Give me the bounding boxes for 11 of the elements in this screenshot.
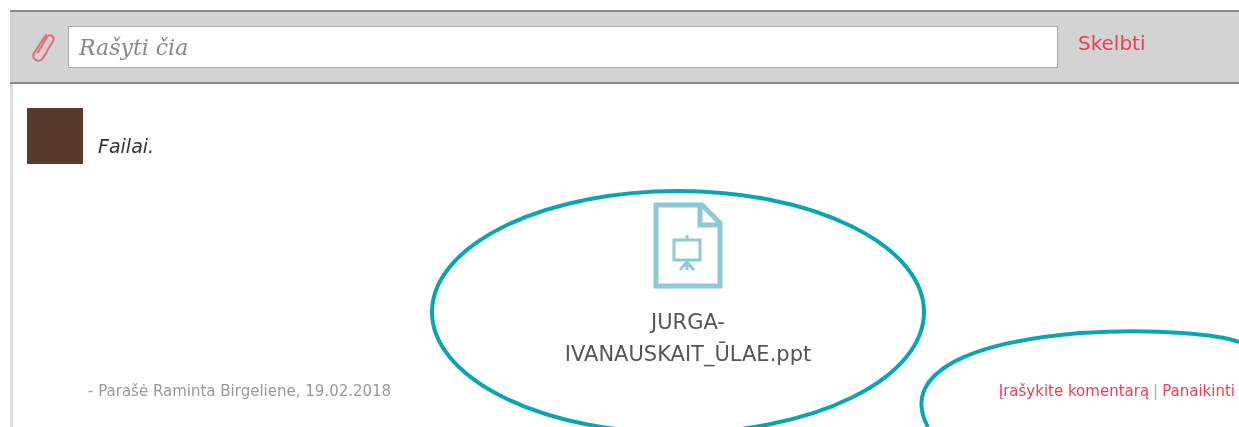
post-input-field[interactable]: Rašyti čia <box>68 26 1058 68</box>
byline: - Parašė Raminta Birgeliene, 19.02.2018 <box>88 382 392 400</box>
post-text: Failai. <box>98 135 155 157</box>
presentation-file-icon[interactable] <box>652 202 724 290</box>
file-name[interactable]: JURGA- <box>564 306 812 338</box>
separator: | <box>1153 382 1159 400</box>
action-link[interactable]: Įrašykite komentarą <box>998 382 1150 400</box>
avatar-photo <box>27 108 83 164</box>
post-link[interactable]: Skelbti <box>1078 31 1146 55</box>
action-link[interactable]: Panaikinti <box>1162 382 1235 400</box>
file-name[interactable]: IVANAUSKAIT_ŪLAE.ppt <box>564 338 812 370</box>
